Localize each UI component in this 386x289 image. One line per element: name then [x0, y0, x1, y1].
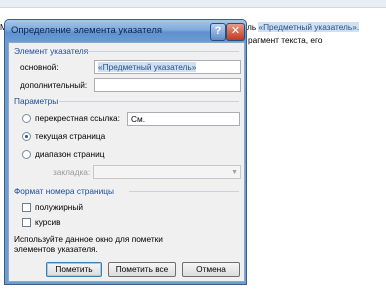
page-range-label: диапазон страниц — [35, 149, 105, 159]
chevron-down-icon: ▼ — [231, 169, 238, 176]
italic-label: курсив — [35, 217, 61, 227]
main-entry-value: «Предметный указатель» — [98, 62, 197, 72]
dialog-title: Определение элемента указателя — [11, 25, 163, 36]
cross-reference-input[interactable]: См. — [127, 112, 240, 126]
dialog-body: Элемент указателя основной: «Предметный … — [8, 42, 245, 282]
cross-reference-radio[interactable] — [22, 114, 31, 123]
italic-checkbox[interactable] — [22, 218, 31, 227]
bookmark-select[interactable]: ▼ — [93, 165, 241, 179]
options-group-label: Параметры — [14, 96, 59, 106]
index-group-label: Элемент указателя — [14, 46, 89, 56]
dialog-titlebar[interactable]: Определение элемента указателя ? ✕ — [5, 20, 246, 42]
subentry-input[interactable] — [94, 78, 241, 92]
format-group-divider — [129, 191, 239, 192]
current-page-radio[interactable] — [22, 132, 31, 141]
help-icon[interactable]: ? — [210, 23, 226, 41]
cancel-button[interactable]: Отмена — [182, 262, 240, 277]
bold-label: полужирный — [35, 202, 83, 212]
main-entry-label: основной: — [20, 62, 59, 72]
document-highlight: «Предметный указатель». — [258, 22, 360, 32]
main-entry-input[interactable]: «Предметный указатель» — [94, 60, 241, 74]
document-line-1-prefix: ль — [247, 22, 259, 32]
page-range-radio[interactable] — [22, 150, 31, 159]
document-ruler — [0, 0, 386, 8]
help-note: Используйте данное окно для пометки элем… — [14, 234, 163, 254]
mark-index-entry-dialog: Определение элемента указателя ? ✕ Элеме… — [4, 19, 247, 285]
options-group-divider — [59, 101, 239, 102]
index-group-divider — [87, 51, 239, 52]
format-group-label: Формат номера страницы — [14, 186, 114, 196]
mark-button[interactable]: Пометить — [46, 262, 102, 277]
bookmark-label: закладка: — [53, 167, 91, 177]
document-line-1: ль «Предметный указатель». — [247, 22, 360, 32]
bold-checkbox[interactable] — [22, 203, 31, 212]
mark-all-button[interactable]: Пометить все — [108, 262, 176, 277]
current-page-label: текущая страница — [35, 131, 106, 141]
subentry-label: дополнительный: — [20, 80, 88, 90]
document-line-2: рагмент текста, его — [248, 35, 323, 45]
cross-reference-label: перекрестная ссылка: — [35, 113, 120, 123]
close-icon[interactable]: ✕ — [226, 23, 245, 41]
